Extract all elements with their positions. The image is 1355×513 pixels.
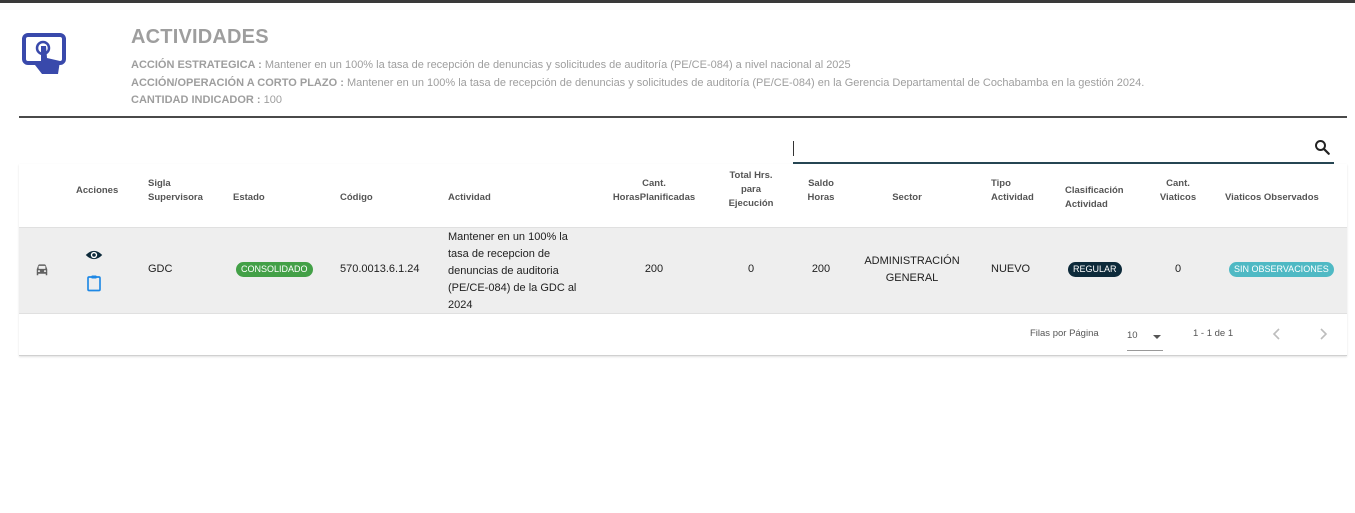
clipboard-icon[interactable] [85, 274, 103, 292]
header-clasif-line1: Clasificación [1065, 185, 1124, 196]
rows-per-page-select[interactable]: 10 [1127, 324, 1163, 351]
header-horas-line1: Cant. [642, 178, 666, 189]
header-total-line1: Total Hrs. [729, 170, 773, 181]
header-clasificacion: Clasificación Actividad [1065, 184, 1124, 212]
header-viaticos-line1: Cant. [1166, 178, 1190, 189]
accion-estrategica: ACCIÓN ESTRATEGICA : Mantener en un 100%… [131, 57, 1144, 75]
header-actividad: Actividad [448, 192, 491, 203]
header-sigla-line2: Supervisora [148, 192, 203, 203]
actividad-line4: (PE/CE-084) de la GDC al [448, 282, 577, 294]
header-acciones: Acciones [76, 185, 119, 196]
header-divider [19, 116, 1347, 118]
page-title: ACTIVIDADES [131, 26, 269, 48]
header-viaticos-line2: Viaticos [1159, 192, 1197, 203]
cell-sector: ADMINISTRACIÓN GENERAL [857, 253, 967, 287]
header-estado: Estado [233, 192, 265, 203]
accion-corto-label: ACCIÓN/OPERACIÓN A CORTO PLAZO : [131, 76, 344, 89]
actividad-line2: tasa de recepcion de [448, 248, 551, 260]
header-horas-planificadas: Cant. HorasPlanificadas [604, 177, 704, 205]
actividad-line3: denuncias de auditoria [448, 265, 559, 277]
cell-cant-viaticos: 0 [1174, 263, 1182, 275]
header-tipo: Tipo Actividad [991, 177, 1034, 205]
accion-estrategica-label: ACCIÓN ESTRATEGICA : [131, 59, 262, 71]
rows-per-page-value: 10 [1127, 330, 1138, 341]
search-input[interactable] [793, 140, 1303, 158]
header-total-hrs: Total Hrs. para Ejecución [716, 169, 786, 211]
rows-per-page-label: Filas por Página [1030, 328, 1099, 339]
chevron-right-icon[interactable] [1315, 326, 1331, 342]
header-sigla: Sigla Supervisora [148, 177, 203, 205]
cantidad-value: 100 [263, 94, 282, 106]
eye-icon[interactable] [85, 246, 103, 264]
header-saldo-horas: Saldo Horas [796, 177, 846, 205]
status-badge: CONSOLIDADO [236, 262, 313, 277]
header-codigo: Código [340, 192, 373, 203]
actividad-line1: Mantener en un 100% la [448, 231, 568, 243]
text-cursor [793, 141, 794, 156]
chevron-left-icon[interactable] [1269, 326, 1285, 342]
table-row[interactable]: GDC CONSOLIDADO 570.0013.6.1.24 Mantener… [19, 227, 1347, 314]
header-saldo-line1: Saldo [808, 178, 834, 189]
header-saldo-line2: Horas [807, 192, 835, 203]
chevron-down-icon [1153, 335, 1161, 339]
header-horas-line2: HorasPlanificadas [612, 192, 696, 203]
cell-saldo-horas: 200 [811, 263, 831, 275]
car-icon [33, 261, 51, 279]
observations-badge: SIN OBSERVACIONES [1229, 262, 1334, 277]
header-clasif-line2: Actividad [1065, 199, 1108, 210]
touch-screen-icon [21, 31, 69, 79]
header-viaticos-observados: Viaticos Observados [1225, 192, 1319, 203]
header-total-line3: Ejecución [728, 198, 774, 209]
cell-total-hrs: 0 [747, 263, 755, 275]
cell-codigo: 570.0013.6.1.24 [340, 263, 420, 275]
search-field[interactable] [793, 136, 1334, 164]
activities-table: Acciones Sigla Supervisora Estado Código… [19, 164, 1347, 356]
actividad-line5: 2024 [448, 299, 473, 311]
cantidad-indicador: CANTIDAD INDICADOR : 100 [131, 92, 1144, 110]
page-header: ACTIVIDADES ACCIÓN ESTRATEGICA : Mantene… [131, 26, 1144, 110]
header-sector: Sector [892, 192, 922, 203]
accion-corto-value: Mantener en un 100% la tasa de recepción… [346, 76, 1145, 89]
cell-tipo: NUEVO [991, 263, 1031, 275]
cantidad-label: CANTIDAD INDICADOR : [131, 94, 261, 106]
header-total-line2: para [740, 184, 762, 195]
accion-estrategica-value: Mantener en un 100% la tasa de recepción… [264, 59, 851, 71]
pagination-range: 1 - 1 de 1 [1193, 328, 1234, 339]
header-tipo-line1: Tipo [991, 178, 1011, 189]
sector-line1: ADMINISTRACIÓN [864, 255, 960, 267]
sector-line2: GENERAL [885, 272, 939, 284]
header-sigla-line1: Sigla [148, 178, 171, 189]
cell-horas-planificadas: 200 [644, 263, 664, 275]
cell-sigla: GDC [148, 263, 173, 275]
cell-actividad: Mantener en un 100% la tasa de recepcion… [448, 229, 576, 314]
header-cant-viaticos: Cant. Viaticos [1149, 177, 1207, 205]
top-bar [0, 0, 1355, 3]
search-icon[interactable] [1313, 138, 1331, 156]
header-tipo-line2: Actividad [991, 192, 1034, 203]
classification-badge: REGULAR [1068, 262, 1122, 277]
accion-corto-plazo: ACCIÓN/OPERACIÓN A CORTO PLAZO : Mantene… [131, 75, 1144, 93]
